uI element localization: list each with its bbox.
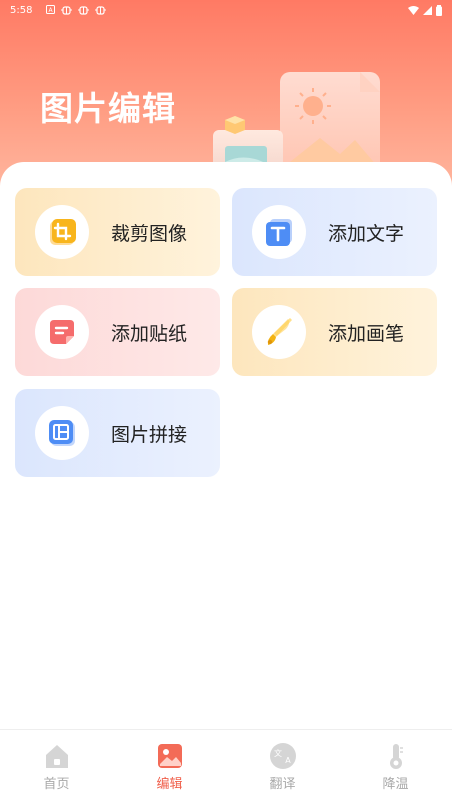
a-icon: A xyxy=(46,5,56,14)
bug-icon xyxy=(61,6,73,15)
status-time: 5:58 xyxy=(10,4,33,16)
tool-card-crop[interactable]: 裁剪图像 xyxy=(15,188,220,276)
status-right-icons xyxy=(408,4,442,16)
nav-label: 首页 xyxy=(43,777,70,792)
image-edit-icon xyxy=(157,744,182,768)
status-bar: 5:58 A xyxy=(0,0,452,20)
hero-illustration xyxy=(213,72,380,176)
thermometer-icon xyxy=(389,744,403,769)
tool-card-add-sticker[interactable]: 添加贴纸 xyxy=(15,288,220,376)
nav-item-home[interactable]: 首页 xyxy=(0,730,113,805)
crop-icon xyxy=(50,219,76,245)
sticker-icon xyxy=(50,320,74,344)
bug-icon xyxy=(95,6,107,15)
tool-icon-circle xyxy=(252,305,306,359)
nav-label: 编辑 xyxy=(156,777,183,792)
nav-item-translate[interactable]: 文 A 翻译 xyxy=(226,730,339,805)
bottom-nav: 首页 编辑 文 A 翻译 降温 xyxy=(0,729,452,805)
page-title: 图片编辑 xyxy=(40,89,176,128)
brush-icon xyxy=(267,318,292,345)
translate-icon: 文 A xyxy=(269,743,296,769)
svg-text:A: A xyxy=(49,7,54,14)
nav-item-edit[interactable]: 编辑 xyxy=(113,730,226,805)
signal-icon xyxy=(423,5,432,15)
tool-icon-circle xyxy=(35,305,89,359)
nav-label: 降温 xyxy=(382,777,409,792)
tool-icon-circle xyxy=(35,205,89,259)
tool-label: 裁剪图像 xyxy=(111,222,188,245)
tool-label: 添加画笔 xyxy=(328,322,405,345)
tool-card-add-text[interactable]: 添加文字 xyxy=(232,188,437,276)
tool-label: 图片拼接 xyxy=(111,423,188,446)
collage-icon xyxy=(49,420,75,446)
tool-label: 添加文字 xyxy=(328,222,405,245)
home-icon xyxy=(45,745,68,768)
svg-text:文: 文 xyxy=(274,748,282,758)
wifi-icon xyxy=(408,5,419,15)
svg-text:A: A xyxy=(285,756,291,765)
tools-panel: 裁剪图像 添加文字 添加贴纸 添加画笔 图片拼接 xyxy=(0,162,452,729)
tool-icon-circle xyxy=(252,205,306,259)
tool-icon-circle xyxy=(35,406,89,460)
tool-card-collage[interactable]: 图片拼接 xyxy=(15,389,220,477)
battery-icon xyxy=(436,4,442,16)
nav-label: 翻译 xyxy=(269,777,296,792)
text-icon xyxy=(266,219,292,246)
tool-card-add-brush[interactable]: 添加画笔 xyxy=(232,288,437,376)
notification-icons: A xyxy=(46,5,107,15)
bug-icon xyxy=(78,6,90,15)
nav-item-cooldown[interactable]: 降温 xyxy=(339,730,452,805)
tool-label: 添加贴纸 xyxy=(111,322,188,345)
